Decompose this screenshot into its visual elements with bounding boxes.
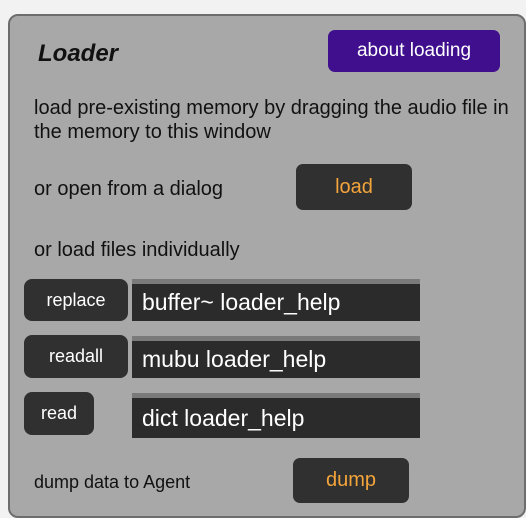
buffer-target-field[interactable]: buffer~ loader_help xyxy=(132,279,420,321)
dump-button[interactable]: dump xyxy=(293,458,409,503)
readall-button[interactable]: readall xyxy=(24,335,128,378)
load-button[interactable]: load xyxy=(296,164,412,210)
dict-target-field[interactable]: dict loader_help xyxy=(132,393,420,438)
open-dialog-text: or open from a dialog xyxy=(34,178,224,200)
individual-load-text: or load files individually xyxy=(34,239,240,261)
mubu-target-field[interactable]: mubu loader_help xyxy=(132,336,420,378)
drag-instruction-text: load pre-existing memory by dragging the… xyxy=(34,97,509,143)
loader-panel xyxy=(8,14,526,518)
about-loading-button[interactable]: about loading xyxy=(328,30,500,72)
replace-button[interactable]: replace xyxy=(24,279,128,321)
panel-title: Loader xyxy=(38,40,119,67)
read-button[interactable]: read xyxy=(24,392,94,435)
dump-data-text: dump data to Agent xyxy=(34,472,191,492)
